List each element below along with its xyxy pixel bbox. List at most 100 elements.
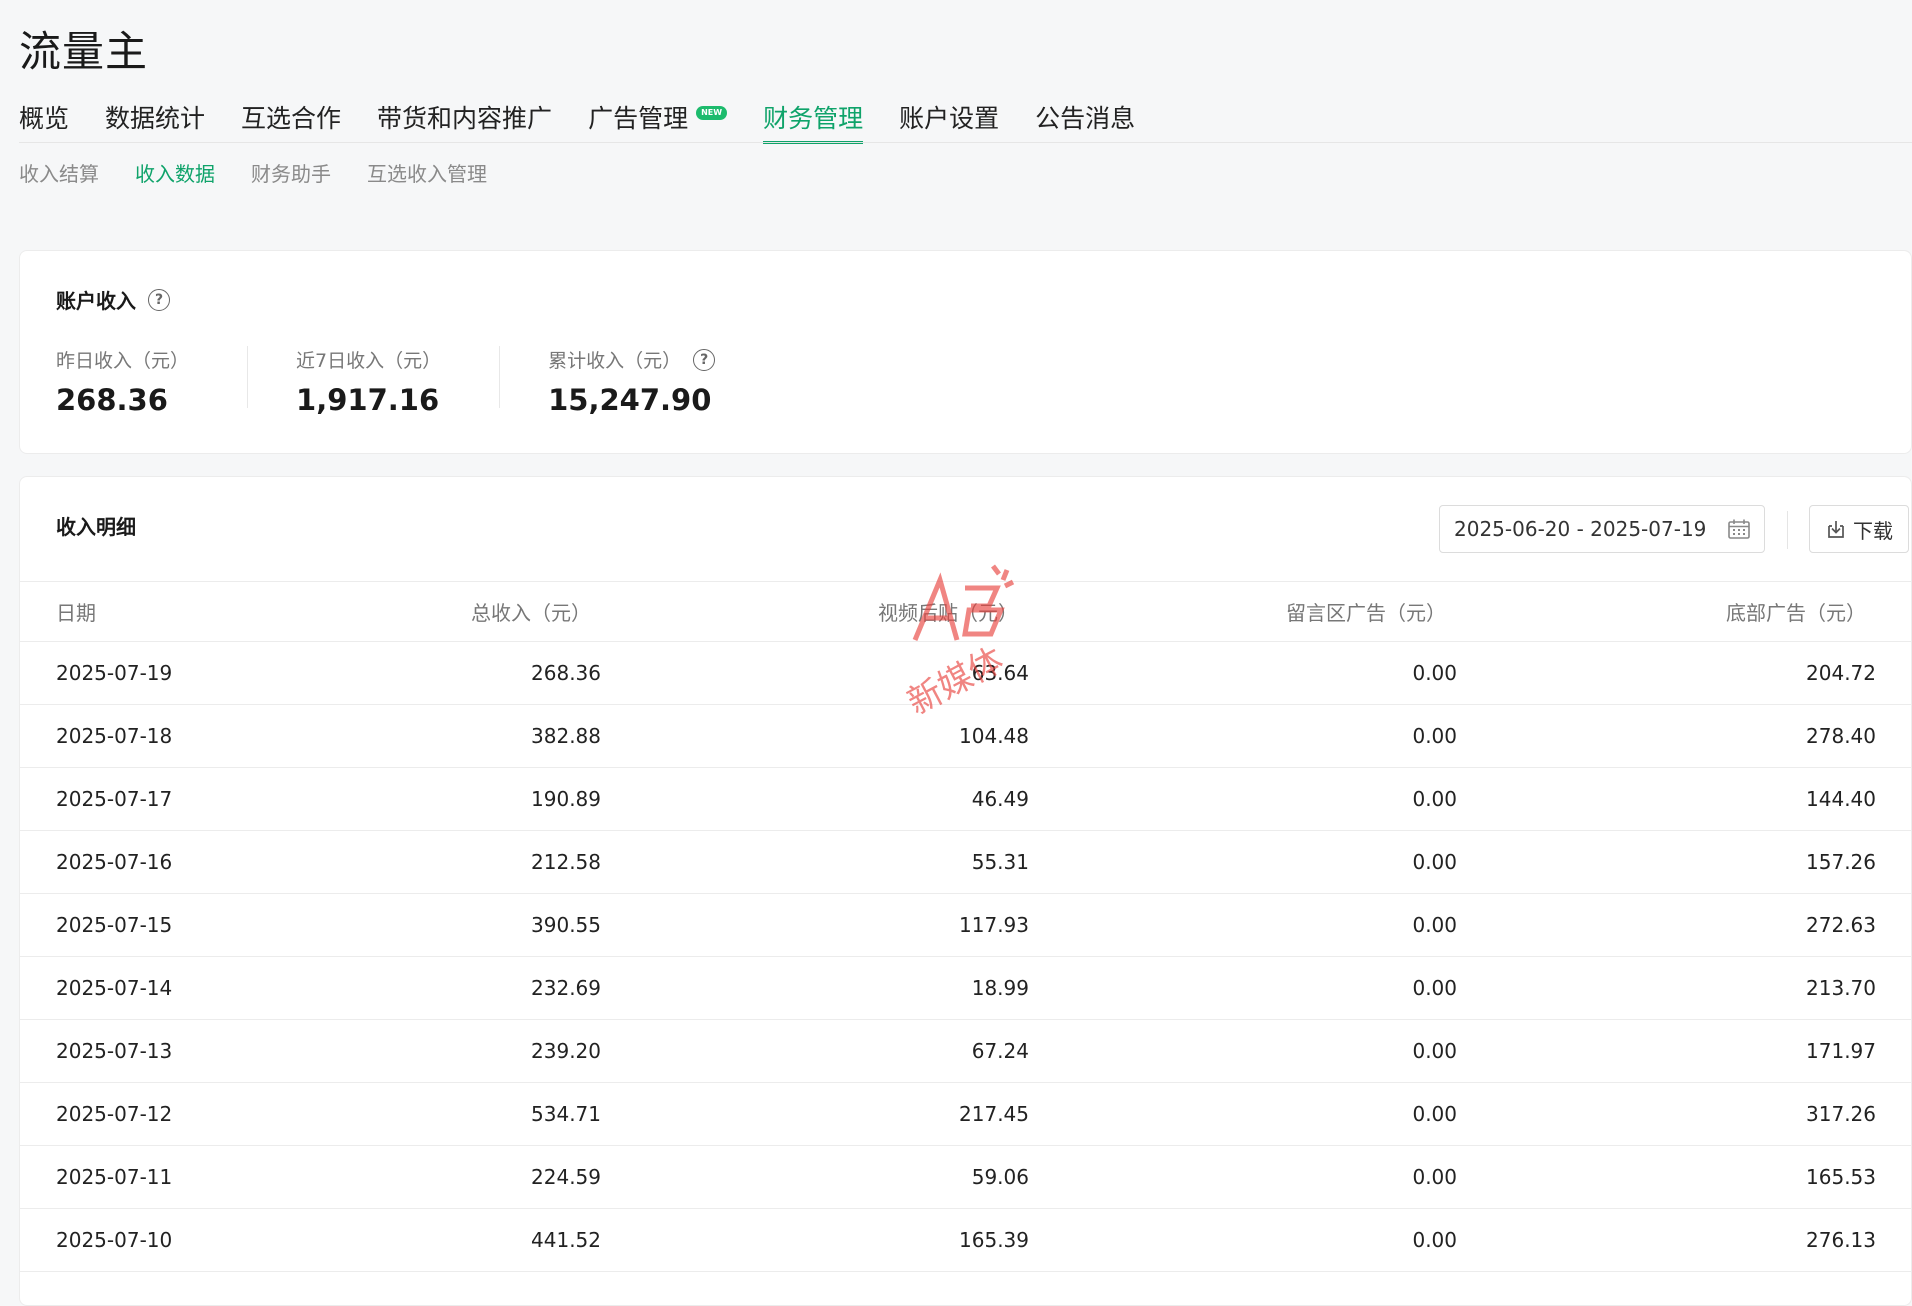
- stat-label-row: 累计收入（元） ?: [548, 346, 716, 373]
- stat-yesterday: 昨日收入（元） 268.36: [56, 346, 249, 417]
- table-row: 2025-07-10 441.52 165.39 0.00 276.13: [20, 1209, 1911, 1272]
- cell-bottom-ads: 317.26: [1806, 1102, 1876, 1126]
- cell-video-post-roll: 46.49: [971, 787, 1029, 811]
- help-icon[interactable]: ?: [148, 288, 170, 311]
- subtab-income-data[interactable]: 收入数据: [135, 158, 215, 187]
- tab-label: 概览: [19, 104, 70, 133]
- cell-bottom-ads: 157.26: [1806, 850, 1876, 874]
- cell-total-income: 390.55: [531, 913, 601, 937]
- income-table: 日期 总收入（元） 视频后贴（元） 留言区广告（元） 底部广告（元） 2025-…: [20, 582, 1911, 1272]
- cell-video-post-roll: 63.64: [971, 661, 1029, 685]
- cell-video-post-roll: 67.24: [971, 1039, 1029, 1063]
- stat-value: 1,917.16: [296, 383, 440, 417]
- tab-label: 广告管理: [588, 104, 689, 133]
- cell-video-post-roll: 55.31: [971, 850, 1029, 874]
- table-row: 2025-07-18 382.88 104.48 0.00 278.40: [20, 705, 1911, 768]
- cell-bottom-ads: 144.40: [1806, 787, 1876, 811]
- cell-bottom-ads: 278.40: [1806, 724, 1876, 748]
- stat-value: 15,247.90: [548, 383, 712, 417]
- table-row: 2025-07-13 239.20 67.24 0.00 171.97: [20, 1020, 1911, 1083]
- col-bottom-ads: 底部广告（元）: [1726, 601, 1866, 625]
- tab-promotion[interactable]: 带货和内容推广: [377, 96, 552, 144]
- tab-data-statistics[interactable]: 数据统计: [105, 96, 205, 144]
- help-icon[interactable]: ?: [693, 348, 716, 371]
- table-row: 2025-07-16 212.58 55.31 0.00 157.26: [20, 831, 1911, 894]
- income-detail-card: 收入明细 2025-06-20 - 2025-07-19 下载 日期 总收入（元…: [19, 476, 1912, 1306]
- download-button[interactable]: 下载: [1809, 505, 1909, 553]
- cell-date: 2025-07-16: [56, 850, 173, 874]
- date-range-picker[interactable]: 2025-06-20 - 2025-07-19: [1439, 505, 1765, 553]
- cell-comment-ads: 0.00: [1412, 1039, 1457, 1063]
- income-detail-title: 收入明细: [56, 515, 136, 539]
- account-income-title: 账户收入: [56, 289, 136, 313]
- subtab-income-settlement[interactable]: 收入结算: [19, 158, 99, 187]
- cell-comment-ads: 0.00: [1412, 787, 1457, 811]
- col-comment-ads: 留言区广告（元）: [1286, 601, 1446, 625]
- stat-cumulative: 累计收入（元） ? 15,247.90: [548, 346, 773, 417]
- cell-comment-ads: 0.00: [1412, 850, 1457, 874]
- stat-value: 268.36: [56, 383, 168, 417]
- download-icon: [1828, 521, 1844, 538]
- table-row: 2025-07-12 534.71 217.45 0.00 317.26: [20, 1083, 1911, 1146]
- date-range-value: 2025-06-20 - 2025-07-19: [1454, 517, 1707, 541]
- tab-mutual-selection[interactable]: 互选合作: [241, 96, 341, 144]
- cell-bottom-ads: 213.70: [1806, 976, 1876, 1000]
- nav-divider: [19, 142, 1912, 143]
- tab-account-settings[interactable]: 账户设置: [899, 96, 999, 144]
- table-row: 2025-07-17 190.89 46.49 0.00 144.40: [20, 768, 1911, 831]
- cell-total-income: 190.89: [531, 787, 601, 811]
- cell-video-post-roll: 59.06: [971, 1165, 1029, 1189]
- cell-comment-ads: 0.00: [1412, 913, 1457, 937]
- cell-bottom-ads: 272.63: [1806, 913, 1876, 937]
- tab-announcements[interactable]: 公告消息: [1035, 96, 1135, 144]
- cell-video-post-roll: 117.93: [959, 913, 1029, 937]
- app-title: 流量主: [19, 27, 149, 76]
- tab-label: 公告消息: [1035, 104, 1136, 133]
- new-badge: NEW: [696, 106, 728, 120]
- table-row: 2025-07-11 224.59 59.06 0.00 165.53: [20, 1146, 1911, 1209]
- cell-date: 2025-07-19: [56, 661, 173, 685]
- main-nav: 概览 数据统计 互选合作 带货和内容推广 广告管理 NEW 财务管理 账户设置 公…: [19, 96, 1171, 144]
- cell-video-post-roll: 18.99: [971, 976, 1029, 1000]
- download-label: 下载: [1853, 518, 1893, 543]
- tab-ad-management[interactable]: 广告管理 NEW: [588, 96, 728, 144]
- calendar-icon: [1728, 519, 1750, 539]
- cell-date: 2025-07-17: [56, 787, 173, 811]
- cell-comment-ads: 0.00: [1412, 724, 1457, 748]
- sub-nav: 收入结算 收入数据 财务助手 互选收入管理: [19, 158, 523, 187]
- cell-comment-ads: 0.00: [1412, 661, 1457, 685]
- subtab-mutual-income-management[interactable]: 互选收入管理: [367, 158, 487, 187]
- tab-label: 带货和内容推广: [377, 104, 553, 133]
- cell-video-post-roll: 104.48: [959, 724, 1029, 748]
- stat-label: 昨日收入（元）: [56, 350, 190, 372]
- stat-label: 累计收入（元）: [548, 350, 682, 372]
- tab-finance-management[interactable]: 财务管理: [763, 96, 864, 144]
- tab-overview[interactable]: 概览: [19, 96, 69, 144]
- cell-bottom-ads: 276.13: [1806, 1228, 1876, 1252]
- cell-total-income: 441.52: [531, 1228, 601, 1252]
- account-income-heading: 账户收入 ?: [56, 285, 170, 314]
- cell-date: 2025-07-18: [56, 724, 173, 748]
- toolbar-divider: [1787, 511, 1788, 549]
- cell-date: 2025-07-12: [56, 1102, 173, 1126]
- cell-date: 2025-07-14: [56, 976, 173, 1000]
- table-row: 2025-07-15 390.55 117.93 0.00 272.63: [20, 894, 1911, 957]
- cell-date: 2025-07-15: [56, 913, 173, 937]
- col-video-post-roll: 视频后贴（元）: [878, 601, 1018, 625]
- cell-comment-ads: 0.00: [1412, 1165, 1457, 1189]
- stat-last-7-days: 近7日收入（元） 1,917.16: [296, 346, 501, 417]
- cell-date: 2025-07-11: [56, 1165, 173, 1189]
- cell-bottom-ads: 171.97: [1806, 1039, 1876, 1063]
- table-body: 2025-07-19 268.36 63.64 0.00 204.72 2025-07-1…: [20, 642, 1911, 1272]
- table-row: 2025-07-19 268.36 63.64 0.00 204.72: [20, 642, 1911, 705]
- tab-label: 数据统计: [105, 104, 206, 133]
- cell-total-income: 239.20: [531, 1039, 601, 1063]
- subtab-finance-assistant[interactable]: 财务助手: [251, 158, 331, 187]
- cell-total-income: 224.59: [531, 1165, 601, 1189]
- cell-date: 2025-07-10: [56, 1228, 173, 1252]
- cell-comment-ads: 0.00: [1412, 976, 1457, 1000]
- cell-total-income: 382.88: [531, 724, 601, 748]
- tab-label: 财务管理: [763, 104, 864, 133]
- cell-comment-ads: 0.00: [1412, 1102, 1457, 1126]
- account-income-card: 账户收入 ? 昨日收入（元） 268.36 近7日收入（元） 1,917.16 …: [19, 250, 1912, 454]
